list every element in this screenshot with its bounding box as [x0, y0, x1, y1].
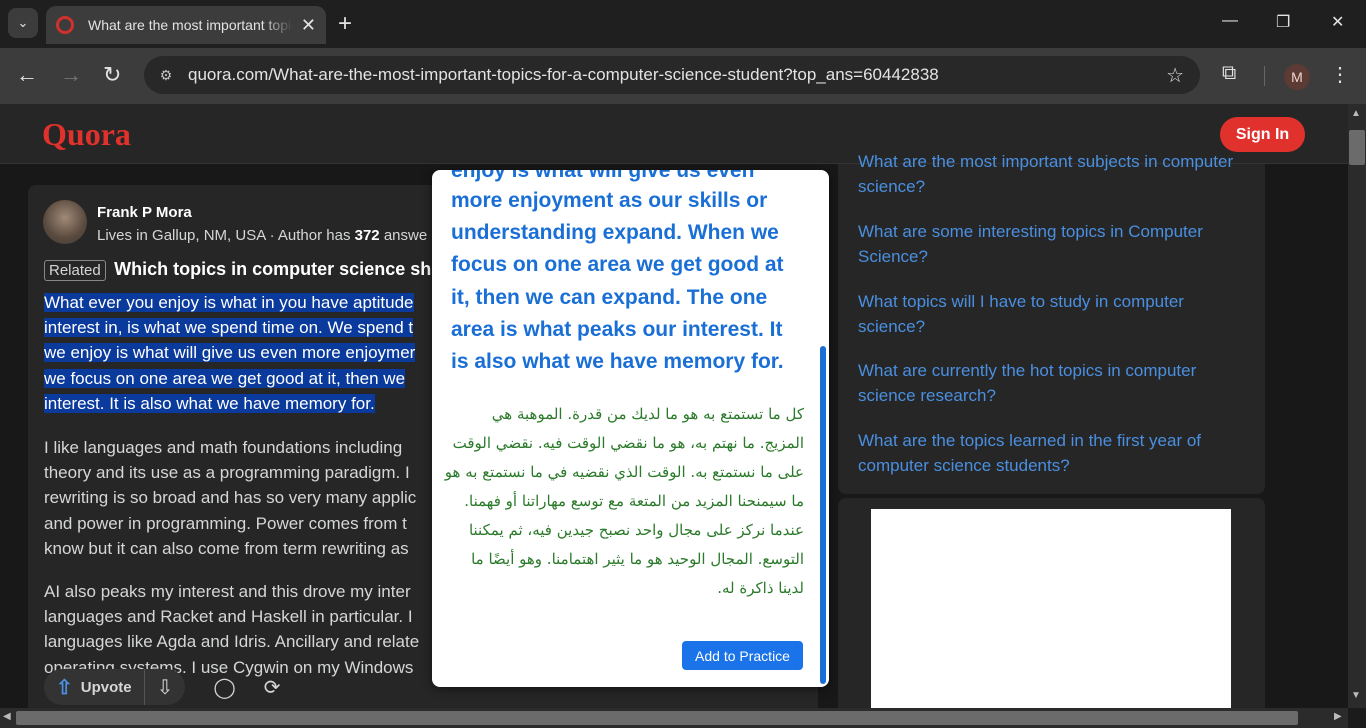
minimize-icon[interactable]: — — [1222, 12, 1238, 30]
related-link[interactable]: What topics will I have to study in comp… — [858, 289, 1248, 339]
paragraph-line: theory and its use as a programming para… — [44, 463, 410, 483]
answer-actions: ⇧ Upvote ⇩ ◯ ⟳ — [44, 669, 281, 705]
translation-popup: enjoy is what will give us even more enj… — [432, 170, 829, 687]
tab-title: What are the most important topics for a… — [88, 17, 293, 33]
paragraph-line: interest. It is also what we have memory… — [44, 393, 375, 413]
upvote-label: Upvote — [80, 678, 132, 696]
extensions-icon[interactable]: ⧉ — [1222, 62, 1236, 85]
quora-favicon — [56, 16, 74, 34]
related-link[interactable]: What are the most important subjects in … — [858, 149, 1248, 199]
english-line: focus on one area we get good at — [451, 253, 784, 276]
arabic-line: ما سيمنحنا المزيد من المتعة مع توسع مهار… — [464, 492, 804, 510]
related-link[interactable]: What are the topics learned in the first… — [858, 428, 1248, 478]
reload-icon[interactable]: ↻ — [103, 62, 121, 88]
upvote-button[interactable]: ⇧ Upvote — [44, 669, 144, 705]
profile-avatar[interactable]: M — [1284, 64, 1310, 90]
horizontal-scroll-thumb[interactable] — [16, 711, 1298, 725]
kebab-icon[interactable]: ⋮ — [1330, 62, 1350, 87]
paragraph-line: What ever you enjoy is what in you have … — [44, 293, 414, 312]
scroll-down-icon[interactable]: ▼ — [1351, 690, 1361, 701]
english-line: it, then we can expand. The one — [451, 286, 768, 309]
arabic-line: التوسع. المجال الوحيد هو ما يثير اهتمامن… — [471, 550, 804, 568]
author-meta: Lives in Gallup, NM, USA · Author has 37… — [97, 227, 427, 244]
author-meta-suffix: answe — [379, 227, 428, 244]
vertical-scroll-thumb[interactable] — [1349, 130, 1365, 165]
related-questions-panel: What are the most important subjects in … — [838, 152, 1265, 494]
paragraph-line: languages like Agda and Idris. Ancillary… — [44, 632, 420, 652]
scroll-up-icon[interactable]: ▲ — [1351, 108, 1361, 119]
paragraph-line: I like languages and math foundations in… — [44, 438, 403, 457]
popup-scrollbar[interactable] — [820, 346, 826, 684]
window-close-icon[interactable]: ✕ — [1331, 12, 1344, 32]
paragraph-line: and power in programming. Power comes fr… — [44, 513, 407, 533]
plus-icon[interactable]: + — [338, 10, 352, 38]
chevron-down-icon: ⌄ — [17, 15, 29, 30]
add-to-practice-button[interactable]: Add to Practice — [682, 641, 803, 670]
paragraph-line: languages and Racket and Haskell in part… — [44, 607, 413, 627]
close-icon[interactable]: ✕ — [301, 15, 316, 36]
active-tab[interactable]: What are the most important topics for a… — [46, 6, 326, 44]
site-info-icon[interactable]: ⚙ — [152, 61, 180, 89]
address-bar[interactable]: ⚙ quora.com/What-are-the-most-important-… — [144, 56, 1200, 94]
arabic-line: عندما نركز على مجال واحد نصبح جيدين فيه،… — [468, 521, 804, 539]
toolbar-divider — [1264, 66, 1265, 86]
star-icon[interactable]: ☆ — [1166, 63, 1184, 88]
paragraph-line: AI also peaks my interest and this drove… — [44, 582, 411, 601]
vertical-scrollbar[interactable] — [1348, 104, 1366, 708]
author-avatar[interactable] — [43, 200, 87, 244]
english-line: is also what we have memory for. — [451, 350, 784, 373]
arabic-line: لدينا ذاكرة له. — [717, 579, 804, 597]
restore-icon[interactable]: ❐ — [1276, 12, 1290, 32]
tab-search-button[interactable]: ⌄ — [8, 8, 38, 38]
back-icon[interactable]: ← — [16, 62, 38, 88]
scroll-left-icon[interactable]: ◀ — [3, 711, 11, 722]
upvote-icon: ⇧ — [56, 676, 73, 699]
ad-container — [838, 498, 1265, 708]
english-line: area is what peaks our interest. It — [451, 318, 783, 341]
author-answer-count: 372 — [354, 227, 380, 244]
sign-in-button[interactable]: Sign In — [1220, 117, 1305, 152]
paragraph-line: we focus on one area we get good at it, … — [44, 368, 406, 388]
related-badge: Related — [44, 260, 106, 281]
url-text[interactable]: quora.com/What-are-the-most-important-to… — [188, 65, 939, 85]
arabic-line: المزيج. ما نهتم به، هو ما نقضي الوقت فيه… — [452, 434, 804, 452]
author-meta-prefix: Lives in Gallup, NM, USA · Author has — [97, 227, 355, 244]
related-link[interactable]: What are currently the hot topics in com… — [858, 358, 1248, 408]
browser-toolbar: ← → ↻ ⚙ quora.com/What-are-the-most-impo… — [0, 48, 1366, 104]
quora-logo[interactable]: Quora — [42, 116, 131, 153]
forward-icon[interactable]: → — [60, 62, 82, 88]
paragraph-line: interest in, is what we spend time on. W… — [44, 318, 414, 338]
arabic-line: على ما نستمتع به. الوقت الذي نقضيه في ما… — [444, 463, 804, 481]
author-name[interactable]: Frank P Mora — [97, 204, 192, 221]
english-line: understanding expand. When we — [451, 221, 779, 244]
downvote-button[interactable]: ⇩ — [143, 669, 186, 705]
tab-strip: ⌄ What are the most important topics for… — [0, 0, 1366, 48]
english-line: more enjoyment as our skills or — [451, 189, 768, 212]
paragraph-line: rewriting is so broad and has so very ma… — [44, 488, 417, 508]
share-icon[interactable]: ⟳ — [264, 675, 281, 700]
related-link[interactable]: What are some interesting topics in Comp… — [858, 219, 1248, 269]
related-question[interactable]: Which topics in computer science sh — [114, 259, 431, 279]
arabic-translation: كل ما تستمتع به هو ما لديك من قدرة. المو… — [444, 400, 804, 603]
paragraph-line: know but it can also come from term rewr… — [44, 538, 409, 558]
arabic-line: كل ما تستمتع به هو ما لديك من قدرة. المو… — [491, 405, 804, 423]
related-question-row[interactable]: Related Which topics in computer science… — [44, 259, 431, 281]
scroll-right-icon[interactable]: ▶ — [1334, 711, 1342, 722]
comment-icon[interactable]: ◯ — [213, 675, 235, 700]
downvote-icon: ⇩ — [156, 676, 174, 699]
paragraph-line: we enjoy is what will give us even more … — [44, 343, 416, 363]
ad-slot[interactable] — [871, 509, 1231, 708]
